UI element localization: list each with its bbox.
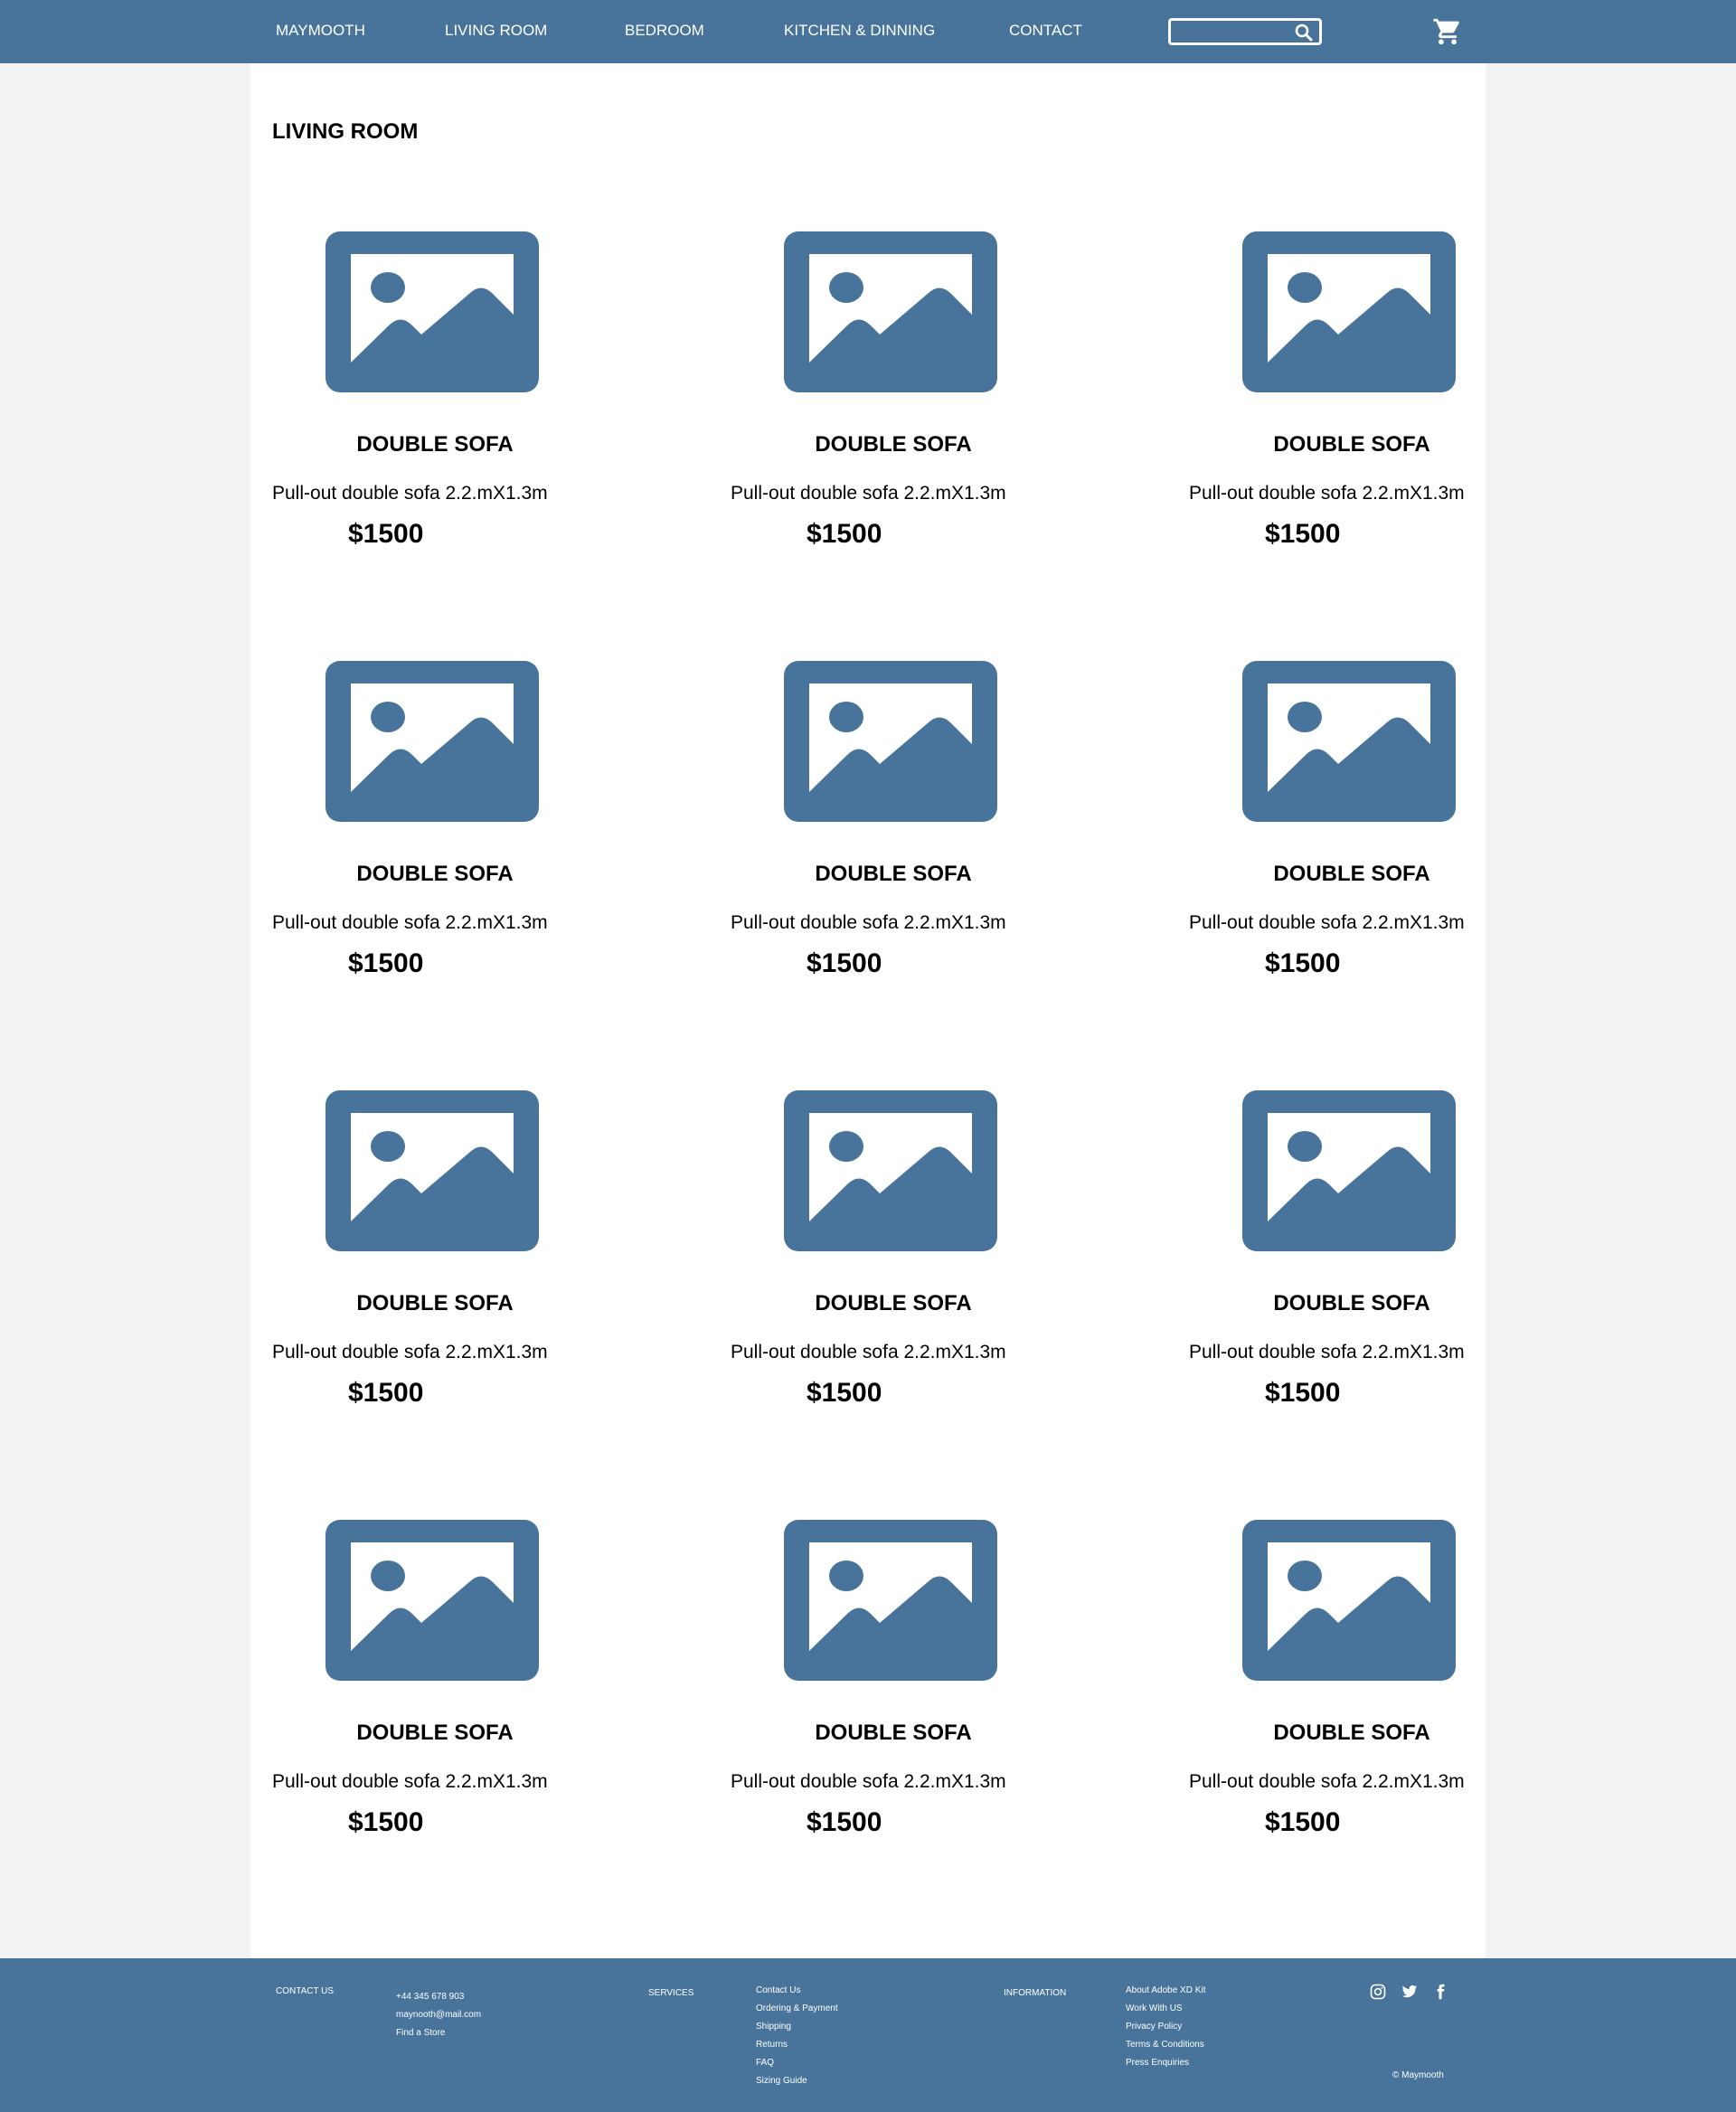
image-placeholder-icon[interactable] [1242,1090,1456,1251]
product-name[interactable]: DOUBLE SOFA [272,862,598,887]
footer-link-sizing-guide[interactable]: Sizing Guide [756,2076,838,2094]
product-description: Pull-out double sofa 2.2.mX1.3m [1189,483,1465,504]
product-price: $1500 [807,519,882,549]
footer: CONTACT US +44 345 678 903 maynooth@mail… [0,1958,1736,2112]
product-name[interactable]: DOUBLE SOFA [272,1721,598,1746]
product-name[interactable]: DOUBLE SOFA [731,862,1056,887]
footer-phone[interactable]: +44 345 678 903 [396,1992,481,2010]
product-price: $1500 [348,1807,424,1837]
image-placeholder-icon[interactable] [1242,231,1456,392]
product-price: $1500 [1265,519,1341,549]
footer-link-contact-us[interactable]: Contact Us [756,1985,838,2004]
product-name[interactable]: DOUBLE SOFA [1189,862,1514,887]
footer-information-heading: INFORMATION [1004,1988,1067,1998]
nav-link-kitchen-dinning[interactable]: KITCHEN & DINNING [784,22,935,40]
image-placeholder-icon[interactable] [326,661,539,822]
product-card[interactable]: DOUBLE SOFA Pull-out double sofa 2.2.mX1… [272,1090,598,1470]
image-placeholder-icon[interactable] [326,231,539,392]
nav-link-bedroom[interactable]: BEDROOM [625,22,704,40]
cart-icon[interactable] [1432,16,1463,52]
product-card[interactable]: DOUBLE SOFA Pull-out double sofa 2.2.mX1… [1189,661,1514,1041]
product-name[interactable]: DOUBLE SOFA [1189,432,1514,457]
footer-link-shipping[interactable]: Shipping [756,2022,838,2040]
nav-link-living-room[interactable]: LIVING ROOM [445,22,547,40]
product-price: $1500 [348,1378,424,1408]
product-description: Pull-out double sofa 2.2.mX1.3m [1189,1342,1465,1362]
top-navigation-bar: MAYMOOTH LIVING ROOM BEDROOM KITCHEN & D… [0,0,1736,63]
product-card[interactable]: DOUBLE SOFA Pull-out double sofa 2.2.mX1… [731,1520,1056,1900]
search-input[interactable] [1175,23,1287,42]
product-description: Pull-out double sofa 2.2.mX1.3m [272,1342,548,1362]
product-card[interactable]: DOUBLE SOFA Pull-out double sofa 2.2.mX1… [272,1520,598,1900]
page-title: LIVING ROOM [272,119,419,144]
product-description: Pull-out double sofa 2.2.mX1.3m [731,1771,1006,1792]
footer-link-returns[interactable]: Returns [756,2040,838,2058]
footer-contact-list: +44 345 678 903 maynooth@mail.com Find a… [396,1992,481,2046]
search-icon[interactable] [1295,24,1313,46]
product-card[interactable]: DOUBLE SOFA Pull-out double sofa 2.2.mX1… [731,231,1056,611]
image-placeholder-icon[interactable] [784,1090,997,1251]
product-price: $1500 [1265,1807,1341,1837]
product-name[interactable]: DOUBLE SOFA [731,1721,1056,1746]
footer-link-about[interactable]: About Adobe XD Kit [1126,1985,1205,2004]
image-placeholder-icon[interactable] [326,1520,539,1681]
footer-information-list: About Adobe XD Kit Work With US Privacy … [1126,1985,1205,2076]
footer-link-ordering-payment[interactable]: Ordering & Payment [756,2004,838,2022]
product-price: $1500 [1265,948,1341,978]
product-description: Pull-out double sofa 2.2.mX1.3m [272,912,548,933]
product-description: Pull-out double sofa 2.2.mX1.3m [1189,1771,1465,1792]
footer-link-terms[interactable]: Terms & Conditions [1126,2040,1205,2058]
product-price: $1500 [807,948,882,978]
product-name[interactable]: DOUBLE SOFA [731,1291,1056,1316]
product-card[interactable]: DOUBLE SOFA Pull-out double sofa 2.2.mX1… [1189,231,1514,611]
footer-email[interactable]: maynooth@mail.com [396,2010,481,2028]
search-box [1168,18,1322,45]
facebook-icon[interactable] [1432,1984,1448,2004]
image-placeholder-icon[interactable] [326,1090,539,1251]
product-description: Pull-out double sofa 2.2.mX1.3m [731,1342,1006,1362]
product-card[interactable]: DOUBLE SOFA Pull-out double sofa 2.2.mX1… [731,1090,1056,1470]
product-card[interactable]: DOUBLE SOFA Pull-out double sofa 2.2.mX1… [272,661,598,1041]
twitter-icon[interactable] [1401,1984,1418,2004]
product-name[interactable]: DOUBLE SOFA [731,432,1056,457]
product-card[interactable]: DOUBLE SOFA Pull-out double sofa 2.2.mX1… [731,661,1056,1041]
product-description: Pull-out double sofa 2.2.mX1.3m [731,483,1006,504]
product-name[interactable]: DOUBLE SOFA [272,1291,598,1316]
footer-services-heading: SERVICES [648,1988,694,1998]
product-name[interactable]: DOUBLE SOFA [272,432,598,457]
image-placeholder-icon[interactable] [784,661,997,822]
copyright-text: © Maymooth [1392,2070,1444,2080]
footer-link-privacy-policy[interactable]: Privacy Policy [1126,2022,1205,2040]
product-name[interactable]: DOUBLE SOFA [1189,1291,1514,1316]
image-placeholder-icon[interactable] [784,1520,997,1681]
product-description: Pull-out double sofa 2.2.mX1.3m [731,912,1006,933]
footer-services-list: Contact Us Ordering & Payment Shipping R… [756,1985,838,2094]
footer-link-faq[interactable]: FAQ [756,2058,838,2076]
product-card[interactable]: DOUBLE SOFA Pull-out double sofa 2.2.mX1… [1189,1090,1514,1470]
product-card[interactable]: DOUBLE SOFA Pull-out double sofa 2.2.mX1… [272,231,598,611]
product-description: Pull-out double sofa 2.2.mX1.3m [272,1771,548,1792]
footer-find-store-link[interactable]: Find a Store [396,2028,481,2046]
product-price: $1500 [348,519,424,549]
product-price: $1500 [807,1378,882,1408]
nav-link-home[interactable]: MAYMOOTH [276,22,365,40]
product-description: Pull-out double sofa 2.2.mX1.3m [1189,912,1465,933]
image-placeholder-icon[interactable] [1242,1520,1456,1681]
footer-contact-heading: CONTACT US [276,1986,335,1996]
product-card[interactable]: DOUBLE SOFA Pull-out double sofa 2.2.mX1… [1189,1520,1514,1900]
product-price: $1500 [348,948,424,978]
product-description: Pull-out double sofa 2.2.mX1.3m [272,483,548,504]
product-price: $1500 [1265,1378,1341,1408]
product-listing-panel: LIVING ROOM DOUBLE SOFA Pull-out double … [250,63,1486,1958]
footer-link-press[interactable]: Press Enquiries [1126,2058,1205,2076]
image-placeholder-icon[interactable] [1242,661,1456,822]
instagram-icon[interactable] [1370,1984,1386,2004]
product-price: $1500 [807,1807,882,1837]
product-name[interactable]: DOUBLE SOFA [1189,1721,1514,1746]
nav-link-contact[interactable]: CONTACT [1009,22,1082,40]
image-placeholder-icon[interactable] [784,231,997,392]
footer-link-work-with-us[interactable]: Work With US [1126,2004,1205,2022]
